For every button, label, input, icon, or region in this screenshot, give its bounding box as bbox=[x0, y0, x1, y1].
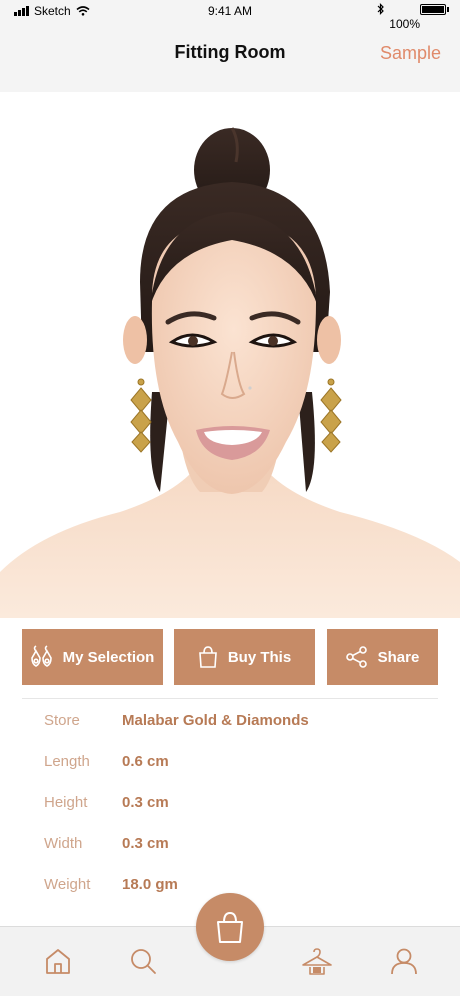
detail-row-length: Length 0.6 cm bbox=[44, 753, 424, 794]
divider bbox=[22, 698, 438, 699]
detail-label: Height bbox=[44, 794, 88, 811]
top-bar: Sketch 9:41 AM 100% Fitting Room Sample bbox=[0, 0, 460, 92]
home-icon bbox=[46, 949, 70, 974]
my-selection-label: My Selection bbox=[62, 648, 155, 666]
detail-row-height: Height 0.3 cm bbox=[44, 794, 424, 835]
tab-home[interactable] bbox=[38, 941, 78, 981]
battery-percent: 100% bbox=[389, 17, 420, 31]
action-buttons: My Selection Buy This Share bbox=[22, 629, 438, 685]
detail-row-store: Store Malabar Gold & Diamonds bbox=[44, 712, 424, 753]
tab-search[interactable] bbox=[123, 941, 163, 981]
battery-icon bbox=[420, 3, 449, 15]
detail-value: Malabar Gold & Diamonds bbox=[122, 712, 309, 729]
detail-label: Weight bbox=[44, 876, 91, 893]
model-photo bbox=[0, 92, 460, 618]
bluetooth-icon bbox=[377, 3, 384, 15]
detail-value: 18.0 gm bbox=[122, 876, 178, 893]
detail-row-width: Width 0.3 cm bbox=[44, 835, 424, 876]
status-right bbox=[377, 3, 449, 15]
product-details: Store Malabar Gold & Diamonds Length 0.6… bbox=[44, 712, 424, 917]
detail-value: 0.3 cm bbox=[122, 794, 169, 811]
sample-button[interactable]: Sample bbox=[380, 43, 441, 64]
detail-value: 0.6 cm bbox=[122, 753, 169, 770]
buy-this-button[interactable]: Buy This bbox=[174, 629, 315, 685]
earrings-icon bbox=[30, 645, 52, 667]
tab-wardrobe[interactable] bbox=[297, 941, 337, 981]
share-icon bbox=[345, 646, 367, 668]
search-icon bbox=[131, 949, 156, 974]
profile-icon bbox=[391, 948, 417, 975]
cart-button[interactable] bbox=[196, 893, 264, 961]
detail-label: Width bbox=[44, 835, 83, 852]
tab-profile[interactable] bbox=[384, 941, 424, 981]
shopping-bag-icon bbox=[217, 912, 243, 943]
share-button[interactable]: Share bbox=[327, 629, 438, 685]
earring-left bbox=[130, 378, 152, 453]
earring-right bbox=[320, 378, 342, 453]
buy-this-label: Buy This bbox=[227, 648, 292, 666]
status-bar: Sketch 9:41 AM 100% bbox=[0, 0, 460, 36]
shopping-bag-icon bbox=[198, 646, 217, 668]
detail-value: 0.3 cm bbox=[122, 835, 169, 852]
share-label: Share bbox=[377, 648, 420, 666]
detail-label: Length bbox=[44, 753, 90, 770]
wardrobe-hanger-icon bbox=[302, 948, 332, 975]
detail-label: Store bbox=[44, 712, 80, 729]
model-illustration bbox=[0, 127, 460, 618]
my-selection-button[interactable]: My Selection bbox=[22, 629, 163, 685]
